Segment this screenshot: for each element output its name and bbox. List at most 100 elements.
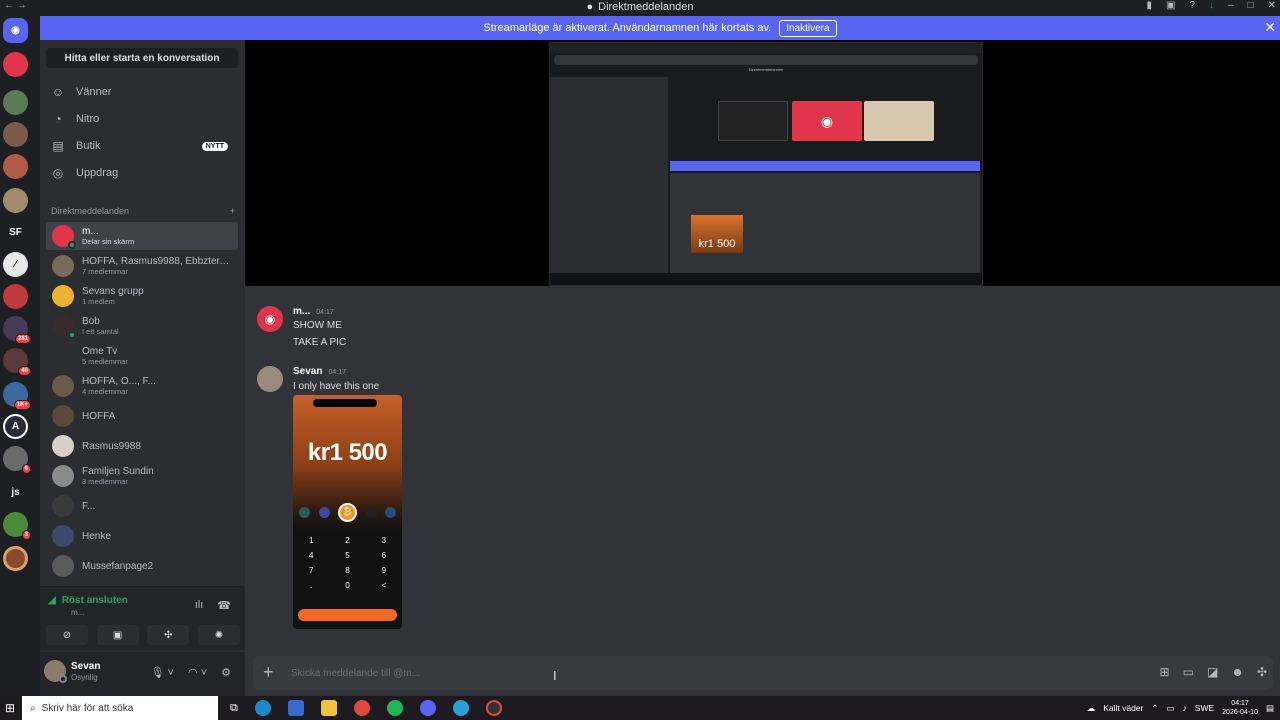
language-indicator[interactable]: SWE (1195, 703, 1214, 713)
dm-item[interactable]: Sevans grupp 1 medlem (46, 282, 238, 310)
battery-icon[interactable]: ▭ (1167, 703, 1175, 714)
camera-off-button[interactable]: ⊘ (46, 625, 88, 645)
user-status: Osynlig (71, 673, 98, 682)
inbox-icon[interactable]: ▣ (1166, 0, 1175, 11)
emoji-icon[interactable]: ☻ (1231, 665, 1244, 679)
settings-gear-icon[interactable]: ⚙ (221, 666, 231, 679)
edge-icon[interactable] (254, 700, 271, 716)
volume-icon[interactable]: ♪ (1183, 703, 1187, 713)
server-icon[interactable]: 3 (3, 512, 31, 540)
sidebar-item-nitro[interactable]: ◔ Nitro (50, 109, 238, 129)
add-attachment-icon[interactable]: + (263, 662, 274, 683)
sticker-icon[interactable]: ◪ (1207, 665, 1218, 679)
message-author[interactable]: m... (293, 306, 310, 317)
server-icon[interactable]: A (3, 414, 28, 439)
banner-close-icon[interactable]: ✕ (1264, 19, 1276, 36)
dm-item[interactable]: F... (46, 492, 238, 520)
spotify-icon[interactable] (386, 700, 403, 716)
activities-button[interactable]: ✣ (147, 625, 190, 645)
server-icon[interactable] (3, 284, 28, 309)
weather-text[interactable]: Kallt väder (1103, 703, 1143, 713)
sidebar-item-shop[interactable]: ▤ Butik NYTT (50, 136, 238, 156)
shared-attachment: kr1 500 (691, 215, 743, 253)
screen-share-button[interactable]: ▣ (96, 625, 139, 645)
server-icon[interactable]: 6 (3, 446, 31, 474)
server-icon[interactable] (3, 188, 28, 213)
dm-item[interactable]: Henke (46, 522, 238, 550)
server-icon[interactable]: js (3, 480, 28, 505)
dm-item[interactable]: Ome Tv 5 medlemmar (46, 342, 238, 370)
create-dm-icon[interactable]: + (230, 206, 235, 216)
gif-icon[interactable]: ▭ (1183, 665, 1194, 679)
headphones-icon[interactable]: ◠ ˅ (188, 666, 207, 679)
avatar[interactable]: ◉ (257, 306, 283, 332)
server-icon[interactable] (3, 90, 28, 115)
find-conversation-button[interactable]: Hitta eller starta en konversation (46, 48, 238, 68)
disconnect-icon[interactable]: ☎ (217, 599, 231, 612)
avatar (52, 405, 74, 427)
pin-icon[interactable]: ▮ (1146, 0, 1152, 11)
server-icon[interactable]: 1K+ (3, 382, 31, 410)
server-icon[interactable]: SF (3, 220, 28, 245)
server-icon[interactable] (3, 52, 28, 77)
server-icon[interactable] (3, 546, 28, 571)
clock[interactable]: 04:17 2026-04-10 (1222, 699, 1258, 717)
sidebar-item-friends[interactable]: ☺ Vänner (50, 82, 238, 102)
dm-item[interactable]: HOFFA, O..., F... 4 medlemmar (46, 372, 238, 400)
maximize-icon[interactable]: □ (1248, 0, 1254, 11)
chrome-icon[interactable] (353, 700, 370, 716)
recording-app-icon[interactable] (485, 700, 502, 716)
dm-item[interactable]: m... Delar sin skärm (46, 222, 238, 250)
dm-item[interactable]: HOFFA (46, 402, 238, 430)
taskbar-search[interactable]: ⌕ Skriv här för att söka (22, 696, 218, 720)
browser-address-bar (554, 55, 978, 65)
pay-button (298, 609, 397, 621)
unread-badge: 281 (14, 334, 31, 344)
back-arrow-icon[interactable]: ← → (4, 0, 27, 11)
help-icon[interactable]: ? (1189, 0, 1195, 11)
user-panel: Sevan Osynlig 🎙︎ ˅ ◠ ˅ ⚙ (40, 652, 245, 696)
dm-item[interactable]: Familjen Sundin 3 medlemmar (46, 462, 238, 490)
nitro-icon: ◔ (54, 112, 62, 126)
dm-item[interactable]: HOFFA, Rasmus9988, Ebbzter, ... 7 medlemm… (46, 252, 238, 280)
dm-item[interactable]: Mussefanpage2 (46, 552, 238, 580)
notifications-icon[interactable]: ▤ (1266, 703, 1274, 714)
microphone-icon[interactable]: 🎙︎ ˅ (151, 666, 174, 679)
voice-status[interactable]: Röst ansluten (62, 595, 128, 606)
text-cursor-icon: I (553, 668, 557, 683)
file-explorer-icon[interactable] (320, 700, 337, 716)
server-icon[interactable]: 46 (3, 348, 31, 376)
telegram-icon[interactable] (452, 700, 469, 716)
apps-icon[interactable]: ✣ (1257, 665, 1267, 679)
screen-share-stream[interactable]: Direktmeddelanden ◉ kr1 500 (245, 40, 1280, 286)
download-icon[interactable]: ↓ (1209, 0, 1214, 11)
message-input[interactable] (291, 665, 891, 681)
discord-taskbar-icon[interactable] (419, 700, 436, 716)
message-text: SHOW ME (293, 320, 342, 331)
shared-video-tile: ◉ (792, 101, 862, 141)
sidebar-item-quests[interactable]: ◎ Uppdrag (50, 163, 238, 183)
message-author[interactable]: Sevan (293, 366, 322, 377)
username[interactable]: Sevan (71, 661, 100, 672)
minimize-icon[interactable]: – (1228, 0, 1234, 11)
store-icon[interactable] (287, 700, 304, 716)
tray-chevron-icon[interactable]: ⌃ (1151, 703, 1158, 714)
weather-icon[interactable]: ☁ (1087, 703, 1096, 714)
server-icon[interactable]: 281 (3, 316, 31, 344)
noise-suppression-icon[interactable]: ılı (195, 599, 204, 612)
soundboard-button[interactable]: ✺ (197, 625, 240, 645)
image-attachment[interactable]: kr1 500 ₿ 123 456 789 . 0 < (293, 395, 402, 629)
disable-streamer-mode-button[interactable]: Inaktivera (779, 19, 837, 37)
dm-item[interactable]: Rasmus9988 (46, 432, 238, 460)
home-discord-icon[interactable]: ◉ (3, 18, 28, 43)
server-icon[interactable]: ⁄ (3, 252, 28, 277)
gift-icon[interactable]: ⊞ (1160, 665, 1170, 679)
server-icon[interactable] (3, 122, 28, 147)
unread-badge: 46 (18, 366, 31, 376)
avatar[interactable] (257, 366, 283, 392)
windows-start-icon[interactable]: ⊞ (0, 701, 20, 715)
task-view-icon[interactable]: ⧉ (230, 702, 238, 715)
close-icon[interactable]: ✕ (1268, 0, 1276, 11)
server-icon[interactable] (3, 154, 28, 179)
dm-item[interactable]: Bob I ett samtal (46, 312, 238, 340)
